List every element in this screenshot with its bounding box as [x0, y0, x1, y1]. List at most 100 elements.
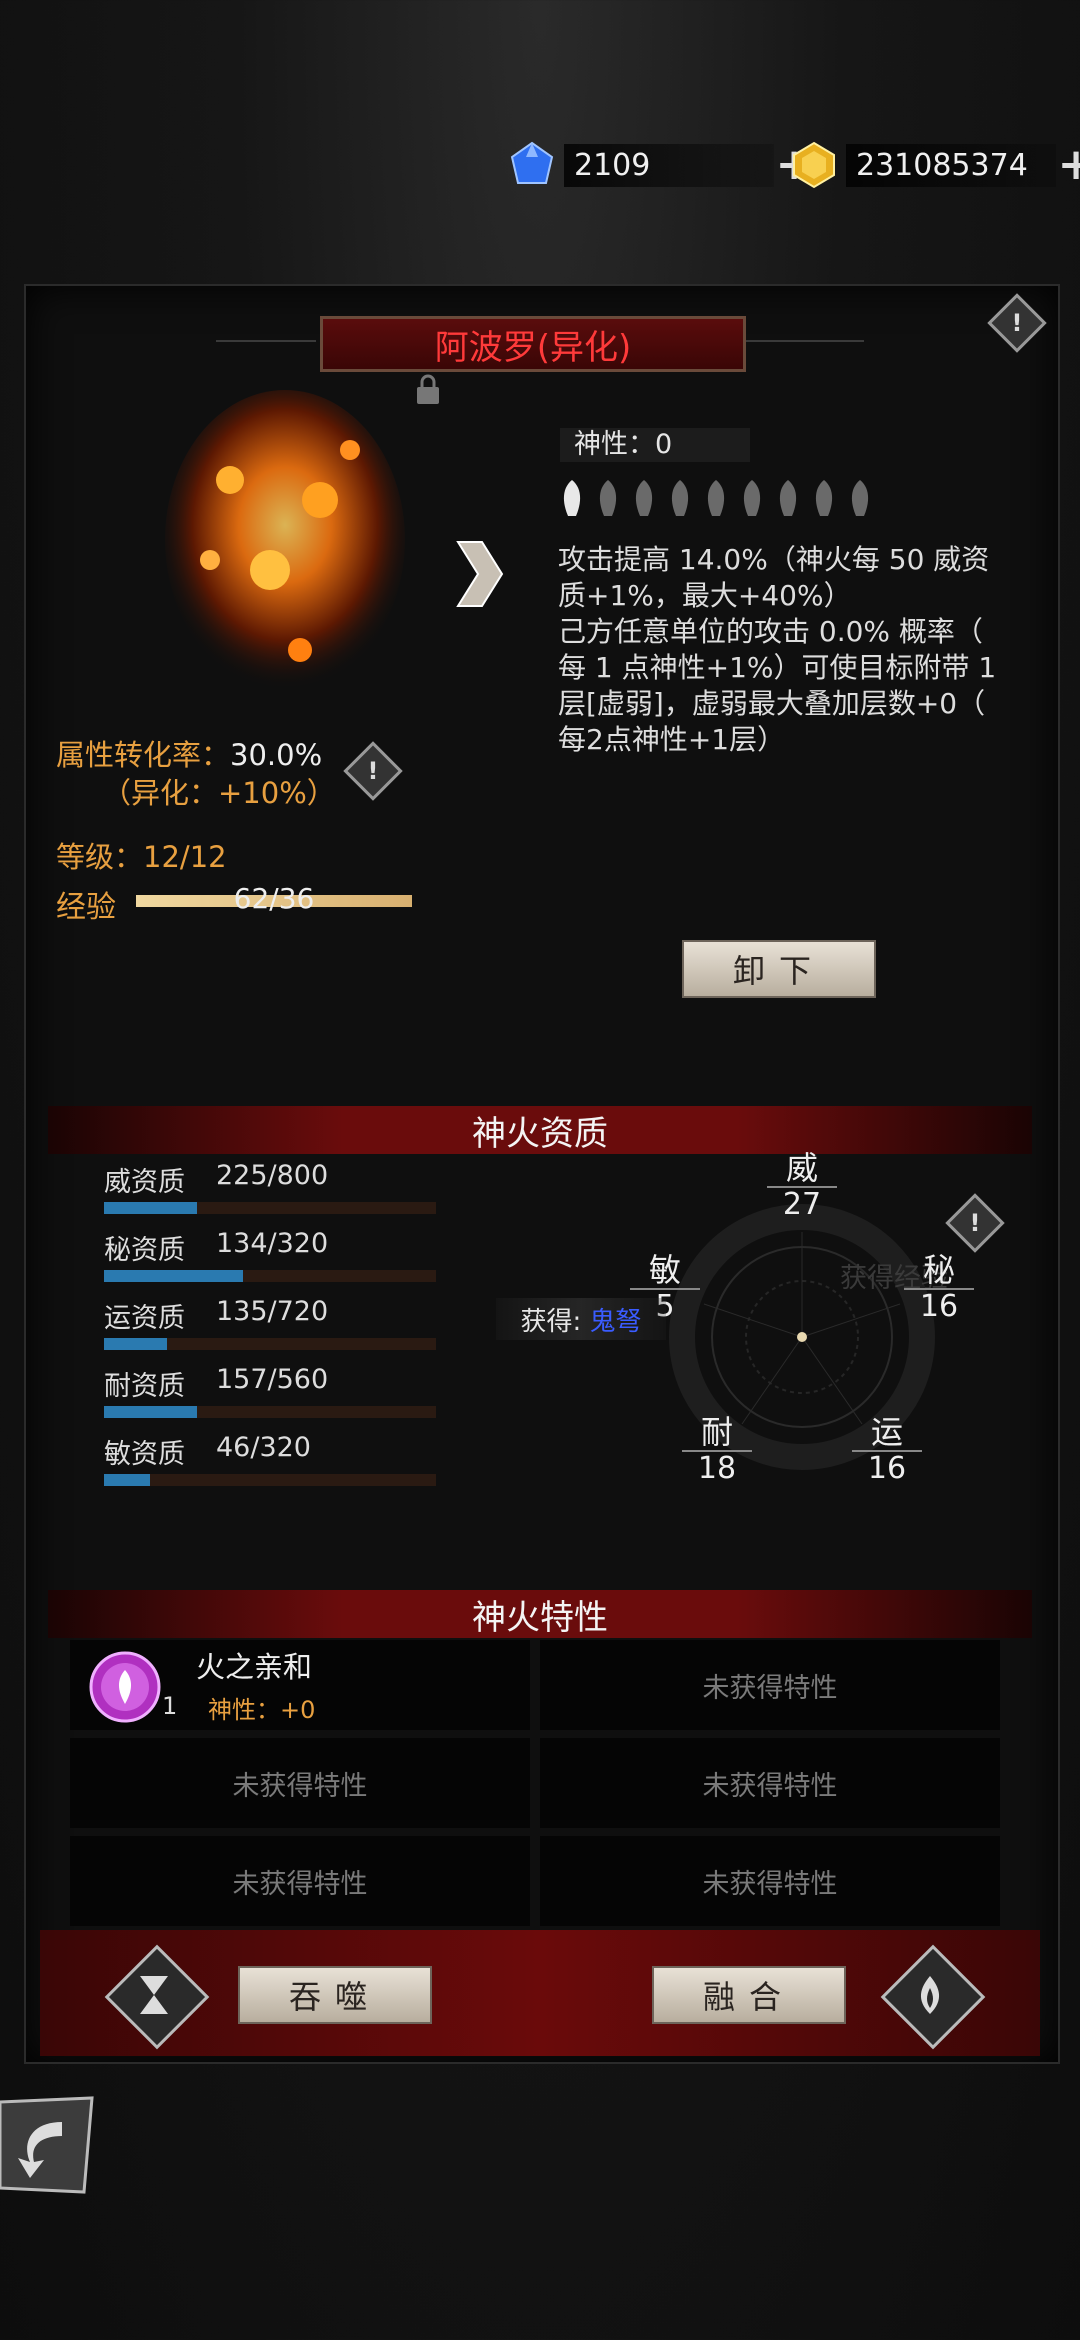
trait-slot-filled[interactable]: 1 火之亲和 神性：+0 — [70, 1640, 530, 1730]
divinity-pip-icon — [851, 480, 869, 516]
stat-min-name: 敏 — [630, 1252, 700, 1290]
stat-yun: 运 16 — [852, 1414, 922, 1486]
conversion-rate: 属性转化率：30.0% — [56, 732, 322, 774]
traits-header: 神火特性 — [48, 1590, 1032, 1638]
trait-slot-empty[interactable]: 未获得特性 — [540, 1836, 1000, 1926]
divinity-pip-icon — [707, 480, 725, 516]
stat-wei-name: 威 — [767, 1150, 837, 1188]
unequip-button[interactable]: 卸下 — [682, 940, 876, 998]
stat-wei: 威 27 — [767, 1150, 837, 1222]
level-value: 12/12 — [143, 840, 227, 874]
aptitude-value: 46/320 — [216, 1432, 311, 1463]
gem-amount: 2109 — [564, 143, 774, 187]
aptitude-row: 威资质 225/800 — [104, 1160, 436, 1214]
divinity-pips — [556, 478, 876, 518]
fire-emblem-icon — [920, 1976, 940, 2014]
fire-affinity-icon — [89, 1651, 161, 1723]
aptitude-row: 耐资质 157/560 — [104, 1364, 436, 1418]
aptitude-bar — [104, 1474, 436, 1486]
aptitude-bar-fill — [104, 1270, 244, 1282]
stat-nai-name: 耐 — [682, 1414, 752, 1452]
aptitude-bar-fill — [104, 1406, 197, 1418]
desc-line: 每2点神性+1层） — [558, 723, 786, 756]
divinity-pip-icon — [563, 480, 581, 516]
exp-label: 经验 — [56, 890, 116, 925]
aptitude-label: 秘资质 — [104, 1235, 185, 1266]
aptitude-bar — [104, 1202, 436, 1214]
divinity-box: 神性：0 — [560, 428, 750, 462]
obtain-tooltip: 获得: 鬼弩 — [496, 1298, 666, 1340]
fire-name-banner: 阿波罗(异化) — [320, 316, 746, 372]
aptitude-bar-fill — [104, 1202, 197, 1214]
trait-name: 火之亲和 — [196, 1650, 313, 1684]
trait-count: 1 — [162, 1692, 178, 1720]
conversion-label: 属性转化率： — [56, 738, 231, 772]
desc-line: 攻击提高 14.0%（神火每 50 威资 — [558, 543, 990, 576]
stat-yun-name: 运 — [852, 1414, 922, 1452]
stat-nai: 耐 18 — [682, 1414, 752, 1486]
stat-yun-value: 16 — [867, 1451, 907, 1486]
aptitude-value: 225/800 — [216, 1160, 329, 1191]
gem-currency: 2109 + — [508, 140, 814, 190]
aptitude-value: 157/560 — [216, 1364, 329, 1395]
aptitude-label: 威资质 — [104, 1167, 185, 1198]
aptitude-label: 运资质 — [104, 1303, 185, 1334]
fire-spirit-image — [165, 390, 405, 690]
aptitude-value: 135/720 — [216, 1296, 329, 1327]
desc-line: 质+1%，最大+40%） — [558, 579, 852, 612]
blue-gem-icon — [510, 141, 554, 184]
aptitude-value: 134/320 — [216, 1228, 329, 1259]
stat-mi: 秘 16 — [904, 1252, 974, 1324]
divinity-pip-icon — [743, 480, 761, 516]
aptitude-label: 耐资质 — [104, 1371, 185, 1402]
stat-nai-value: 18 — [697, 1451, 737, 1486]
desc-line: 己方任意单位的攻击 0.0% 概率（ — [558, 615, 983, 648]
desc-line: 层[虚弱]，虚弱最大叠加层数+0（ — [558, 687, 986, 720]
exp-text: 62/36 — [233, 882, 315, 915]
conversion-bonus: （异化：+10%） — [102, 776, 336, 810]
aptitude-header: 神火资质 — [48, 1106, 1032, 1154]
aptitude-bar — [104, 1270, 436, 1282]
divinity-pip-icon — [779, 480, 797, 516]
next-arrow-icon[interactable] — [452, 538, 506, 610]
conversion-value: 30.0% — [230, 738, 323, 772]
obtain-label: 获得: — [520, 1306, 582, 1337]
trait-slot-empty[interactable]: 未获得特性 — [540, 1640, 1000, 1730]
stat-mi-value: 16 — [919, 1289, 959, 1324]
add-gold-button[interactable]: + — [1056, 143, 1080, 187]
gold-currency: 231085374 + — [790, 140, 1080, 190]
level-row: 等级：12/12 — [56, 834, 227, 876]
title-divider-right — [744, 340, 864, 342]
fire-description: 攻击提高 14.0%（神火每 50 威资 质+1%，最大+40%） 己方任意单位… — [558, 542, 1038, 758]
gold-amount: 231085374 — [846, 143, 1056, 187]
level-label: 等级： — [56, 840, 144, 874]
hourglass-icon — [140, 1976, 168, 2014]
trait-slot-empty[interactable]: 未获得特性 — [70, 1836, 530, 1926]
gold-gem-icon — [793, 141, 835, 189]
trait-slot-empty[interactable]: 未获得特性 — [540, 1738, 1000, 1828]
back-button[interactable] — [0, 2096, 96, 2196]
stat-wei-value: 27 — [782, 1187, 822, 1222]
aptitude-row: 运资质 135/720 — [104, 1296, 436, 1350]
divinity-pip-icon — [671, 480, 689, 516]
divinity-value: 0 — [655, 429, 673, 460]
obtain-item[interactable]: 鬼弩 — [590, 1301, 642, 1338]
aptitude-bar-fill — [104, 1474, 151, 1486]
divinity-pip-icon — [815, 480, 833, 516]
devour-button[interactable]: 吞噬 — [238, 1966, 432, 2024]
aptitude-row: 秘资质 134/320 — [104, 1228, 436, 1282]
divinity-label: 神性： — [574, 429, 655, 460]
stat-mi-name: 秘 — [904, 1252, 974, 1290]
trait-slot-empty[interactable]: 未获得特性 — [70, 1738, 530, 1828]
title-divider-left — [216, 340, 316, 342]
aptitude-bar — [104, 1338, 436, 1350]
divinity-pip-icon — [635, 480, 653, 516]
desc-line: 每 1 点神性+1%）可使目标附带 1 — [558, 651, 997, 684]
fire-name: 阿波罗(异化) — [434, 327, 632, 368]
aptitude-bar — [104, 1406, 436, 1418]
trait-divinity: 神性：+0 — [208, 1696, 316, 1724]
fuse-button[interactable]: 融合 — [652, 1966, 846, 2024]
divinity-pip-icon — [599, 480, 617, 516]
aptitude-row: 敏资质 46/320 — [104, 1432, 436, 1486]
aptitude-label: 敏资质 — [104, 1439, 185, 1470]
